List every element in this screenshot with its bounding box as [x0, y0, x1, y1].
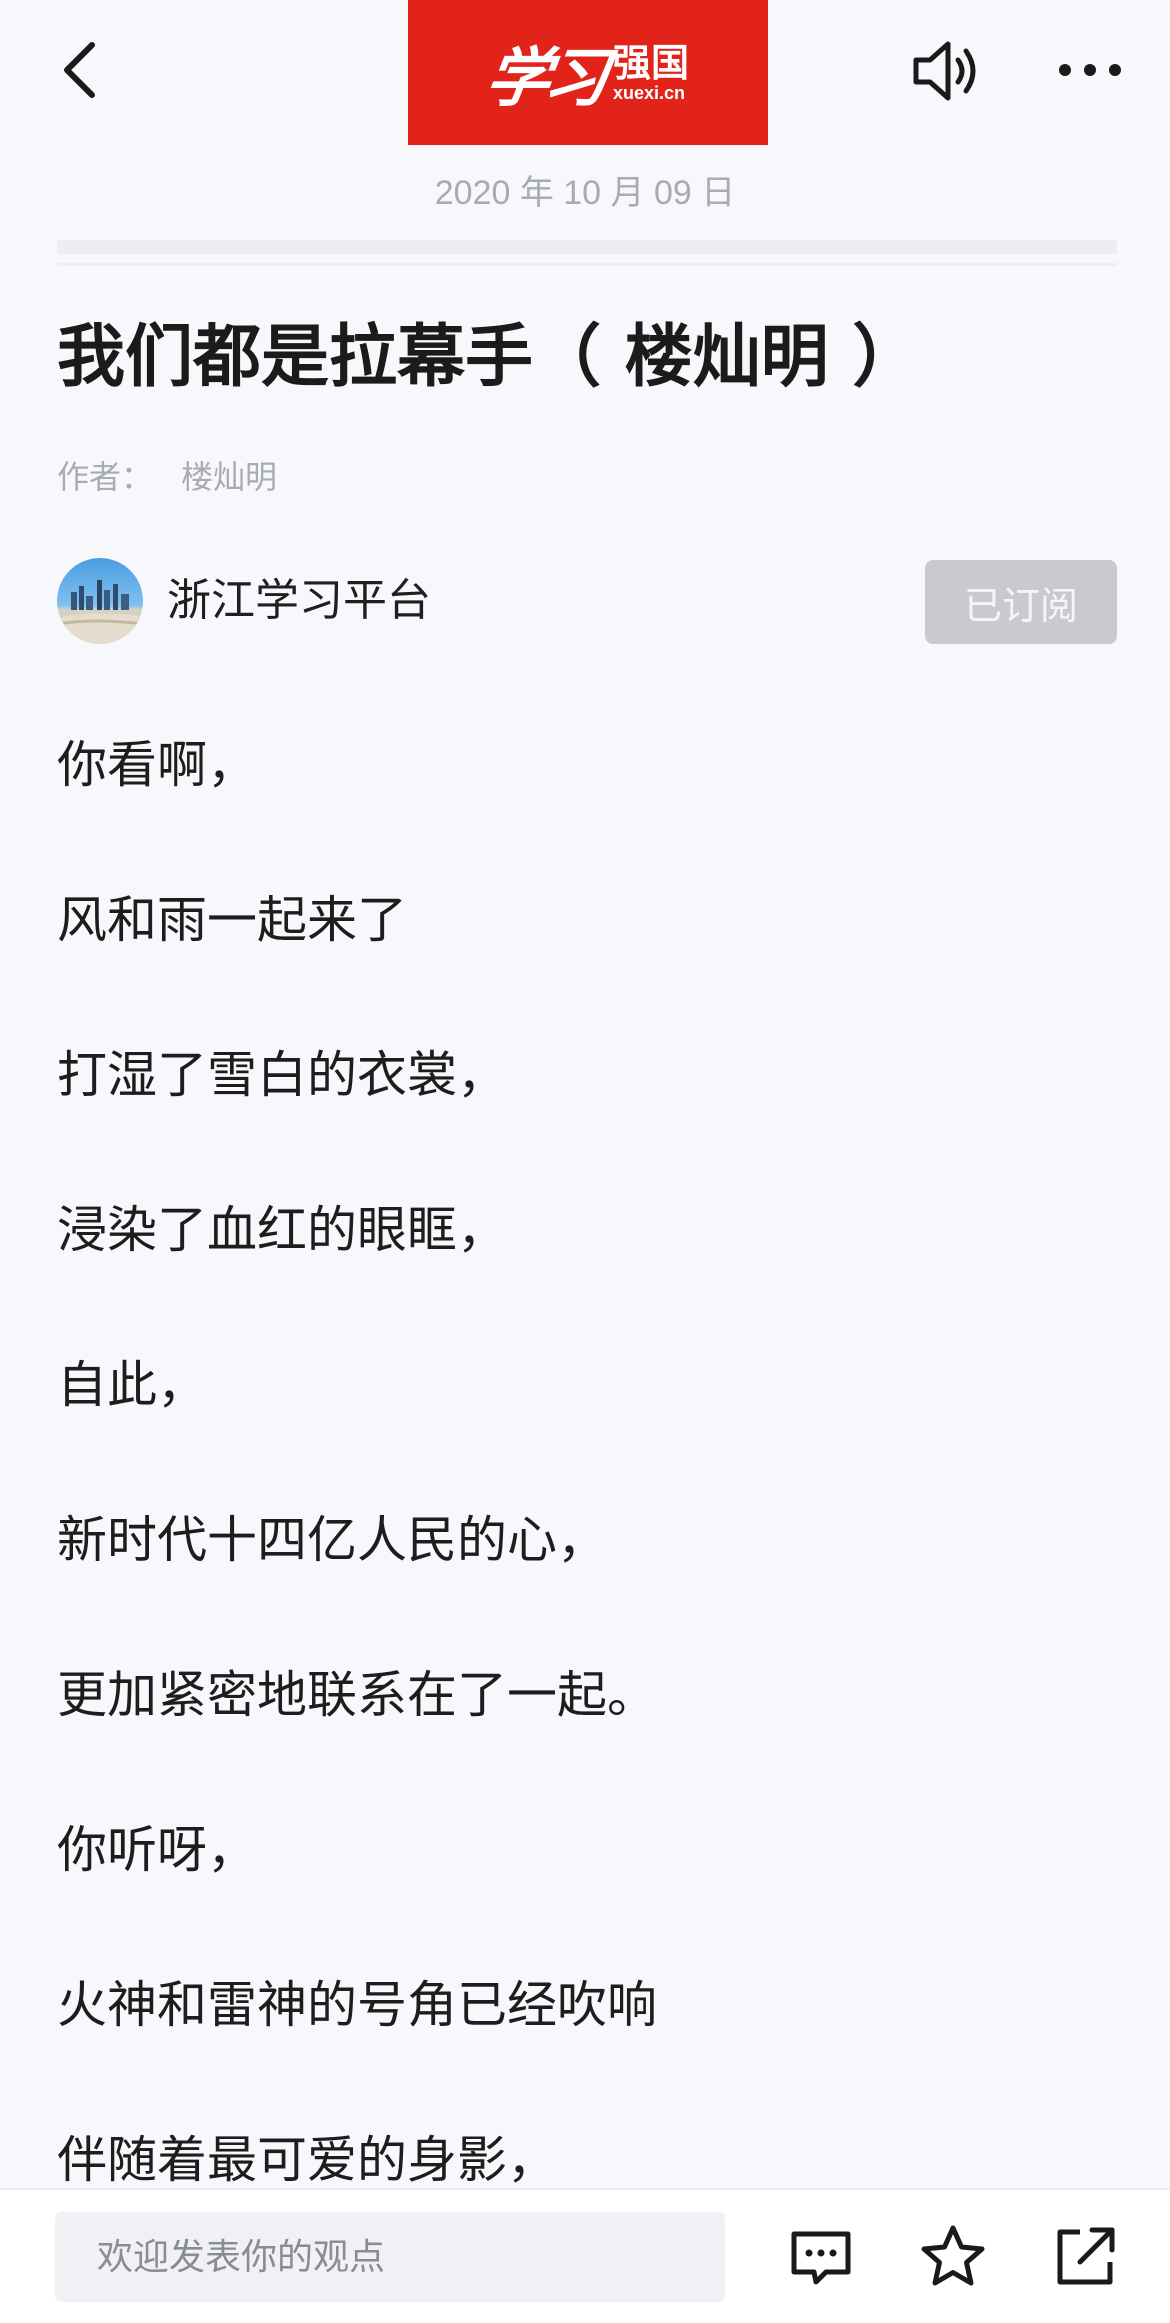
- chevron-left-icon: [64, 42, 95, 98]
- article-line: 打湿了雪白的衣裳，: [57, 1046, 507, 1104]
- comment-input[interactable]: [55, 2212, 725, 2302]
- bottom-bar: [0, 2188, 1170, 2323]
- city-skyline-icon: [57, 580, 143, 644]
- subscribed-button[interactable]: 已订阅: [925, 560, 1117, 644]
- article-line: 更加紧密地联系在了一起。: [57, 1666, 657, 1724]
- comments-button[interactable]: [786, 2222, 856, 2292]
- more-horizontal-icon: [1059, 64, 1121, 76]
- back-button[interactable]: [50, 35, 120, 105]
- favorite-button[interactable]: [918, 2222, 988, 2292]
- publish-date: 2020 年 10 月 09 日: [434, 174, 736, 212]
- article-line: 风和雨一起来了: [57, 891, 407, 949]
- author-line: 作者： 楼灿明: [57, 452, 277, 498]
- article-title: 我们都是拉幕手（ 楼灿明 ）: [57, 317, 921, 397]
- star-icon: [921, 2225, 985, 2286]
- share-icon: [1057, 2227, 1115, 2285]
- article-line: 新时代十四亿人民的心，: [57, 1511, 607, 1569]
- article-body: 你看啊， 风和雨一起来了 打湿了雪白的衣裳， 浸染了血红的眼眶， 自此， 新时代…: [57, 700, 1117, 2250]
- header-divider-thin: [57, 263, 1117, 266]
- app-logo: 学习 强国 xuexi.cn: [408, 0, 768, 145]
- article-line: 浸染了血红的眼眶，: [57, 1201, 507, 1259]
- article-line: 你听呀，: [57, 1821, 257, 1879]
- header-divider: [57, 240, 1117, 254]
- logo-domain-text: xuexi.cn: [612, 82, 686, 103]
- source-row: 浙江学习平台 已订阅: [57, 558, 1117, 644]
- article-line: 自此，: [57, 1356, 207, 1414]
- more-options-button[interactable]: [1055, 45, 1125, 95]
- top-bar: 学习 强国 xuexi.cn: [0, 0, 1170, 150]
- source-avatar[interactable]: [57, 558, 143, 644]
- speaker-icon: [913, 41, 976, 101]
- logo-name-text: 强国: [612, 40, 689, 85]
- article-line: 你看啊，: [57, 736, 257, 794]
- comment-bubble-icon: [791, 2231, 851, 2285]
- read-aloud-button[interactable]: [910, 38, 986, 104]
- author-label: 作者：: [57, 458, 154, 496]
- source-name[interactable]: 浙江学习平台: [167, 572, 431, 630]
- logo-script-text: 学习: [480, 40, 608, 116]
- share-button[interactable]: [1050, 2222, 1120, 2292]
- article-line: 火神和雷神的号角已经吹响: [57, 1976, 657, 2034]
- author-name: 楼灿明: [181, 458, 278, 496]
